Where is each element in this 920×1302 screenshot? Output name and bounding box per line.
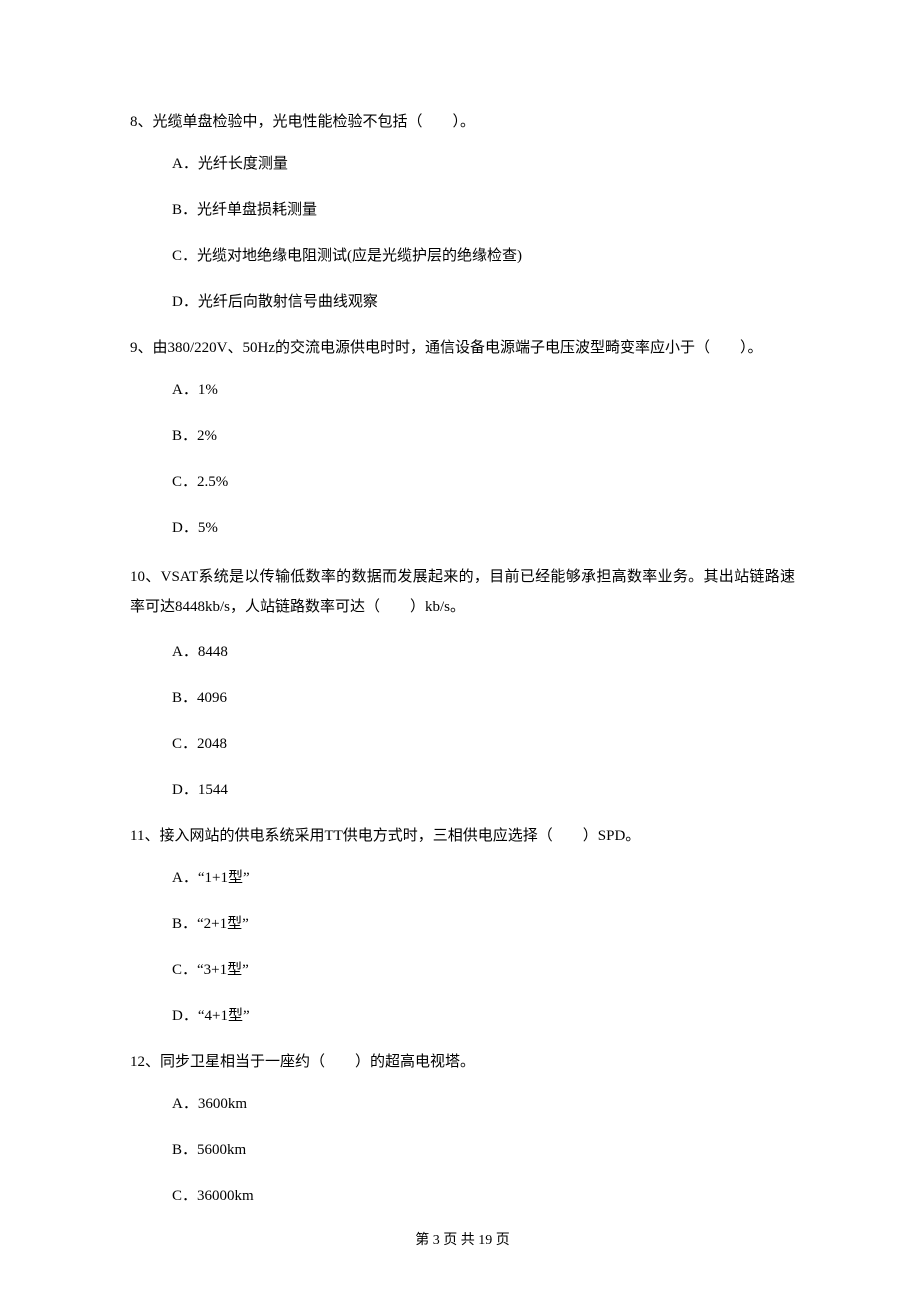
question-9-option-b: B．2% — [130, 424, 795, 448]
page-content: 8、光缆单盘检验中，光电性能检验不包括（ ）。 A．光纤长度测量 B．光纤单盘损… — [0, 0, 920, 1292]
question-12-text: 12、同步卫星相当于一座约（ ）的超高电视塔。 — [130, 1050, 795, 1074]
question-10-option-d: D．1544 — [130, 778, 795, 802]
question-9: 9、由380/220V、50Hz的交流电源供电时时，通信设备电源端子电压波型畸变… — [130, 336, 795, 540]
question-12-option-c: C．36000km — [130, 1184, 795, 1208]
question-11: 11、接入网站的供电系统采用TT供电方式时，三相供电应选择（ ）SPD。 A．“… — [130, 824, 795, 1028]
question-8-option-c: C．光缆对地绝缘电阻测试(应是光缆护层的绝缘检查) — [130, 244, 795, 268]
question-8-option-a: A．光纤长度测量 — [130, 152, 795, 176]
question-8-option-b: B．光纤单盘损耗测量 — [130, 198, 795, 222]
question-9-option-a: A．1% — [130, 378, 795, 402]
question-9-option-d: D．5% — [130, 516, 795, 540]
question-12: 12、同步卫星相当于一座约（ ）的超高电视塔。 A．3600km B．5600k… — [130, 1050, 795, 1208]
question-10: 10、VSAT系统是以传输低数率的数据而发展起来的，目前已经能够承担高数率业务。… — [130, 562, 795, 802]
question-8-text: 8、光缆单盘检验中，光电性能检验不包括（ ）。 — [130, 110, 795, 134]
question-10-option-b: B．4096 — [130, 686, 795, 710]
page-footer: 第 3 页 共 19 页 — [130, 1230, 795, 1252]
question-11-option-d: D．“4+1型” — [130, 1004, 795, 1028]
question-12-option-a: A．3600km — [130, 1092, 795, 1116]
question-11-option-c: C．“3+1型” — [130, 958, 795, 982]
question-9-option-c: C．2.5% — [130, 470, 795, 494]
question-11-text: 11、接入网站的供电系统采用TT供电方式时，三相供电应选择（ ）SPD。 — [130, 824, 795, 848]
question-8-option-d: D．光纤后向散射信号曲线观察 — [130, 290, 795, 314]
question-11-option-a: A．“1+1型” — [130, 866, 795, 890]
question-10-option-c: C．2048 — [130, 732, 795, 756]
question-8: 8、光缆单盘检验中，光电性能检验不包括（ ）。 A．光纤长度测量 B．光纤单盘损… — [130, 110, 795, 314]
question-9-text: 9、由380/220V、50Hz的交流电源供电时时，通信设备电源端子电压波型畸变… — [130, 336, 795, 360]
question-12-option-b: B．5600km — [130, 1138, 795, 1162]
question-11-option-b: B．“2+1型” — [130, 912, 795, 936]
question-10-text: 10、VSAT系统是以传输低数率的数据而发展起来的，目前已经能够承担高数率业务。… — [130, 562, 795, 622]
question-10-option-a: A．8448 — [130, 640, 795, 664]
